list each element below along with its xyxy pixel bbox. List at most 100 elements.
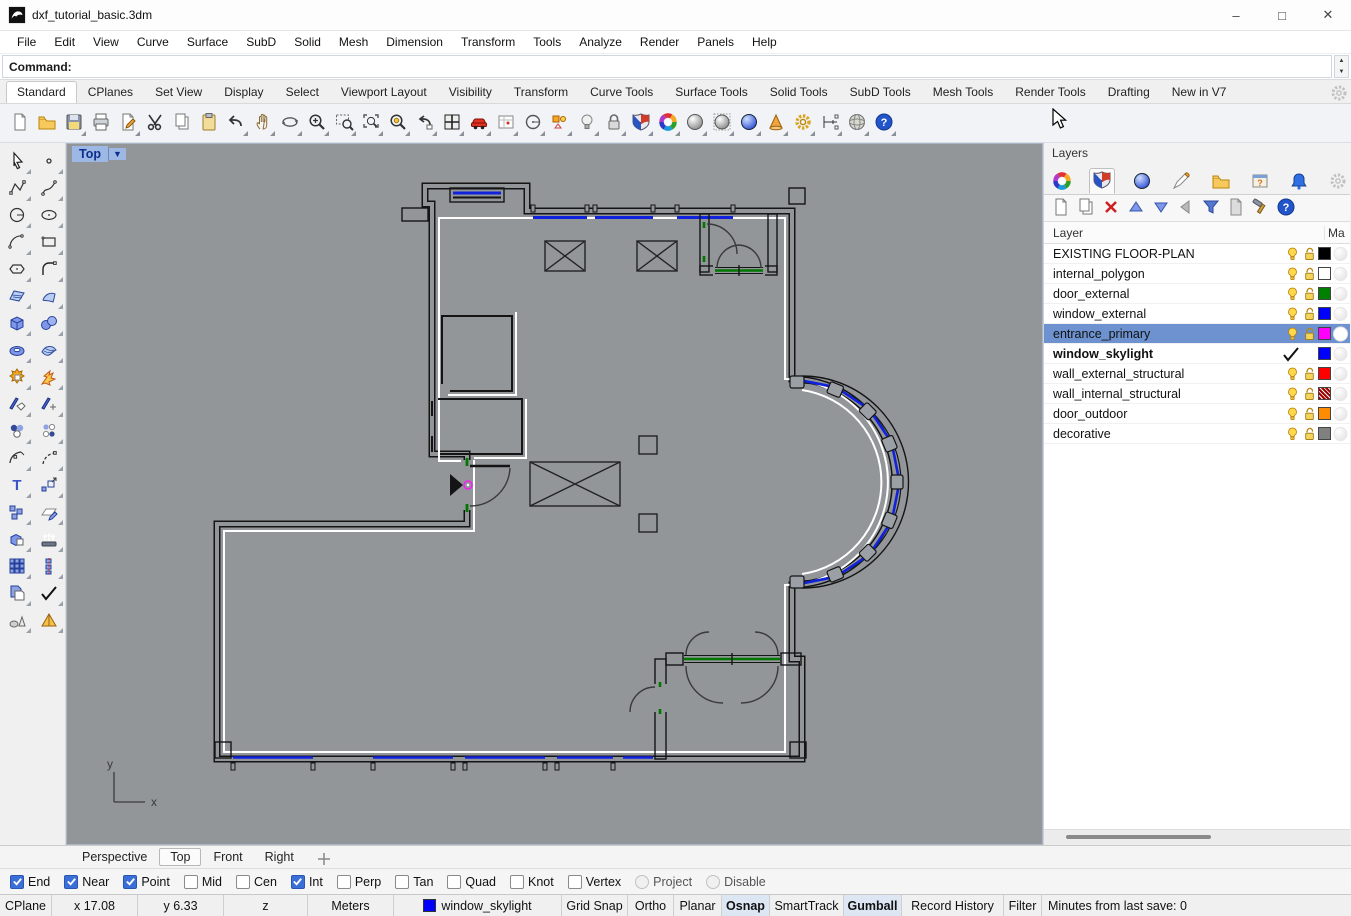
layer-lock-icon[interactable]: [1301, 285, 1318, 302]
panel-options-tab[interactable]: [1327, 170, 1350, 194]
tool-curve-button[interactable]: [35, 178, 63, 201]
layer-name[interactable]: wall_external_structural: [1044, 367, 1284, 381]
tool-paint2-button[interactable]: [35, 421, 63, 444]
viewport-title-label[interactable]: Top: [72, 146, 108, 162]
status-record-history[interactable]: Record History: [902, 895, 1004, 916]
status-x-17-08[interactable]: x 17.08: [52, 895, 138, 916]
floor-plan[interactable]: y x: [67, 144, 1042, 844]
layer-row[interactable]: door_outdoor: [1044, 404, 1350, 424]
layer-help-button[interactable]: ?: [1275, 198, 1296, 219]
tab-cplanes[interactable]: CPlanes: [77, 81, 144, 103]
tool-extrude-button[interactable]: [35, 529, 63, 552]
new-file-button[interactable]: [6, 109, 33, 137]
osnap-checkbox-end[interactable]: [10, 874, 24, 889]
move-layer-down-button[interactable]: [1150, 198, 1171, 219]
zoom-extents-button[interactable]: [357, 109, 384, 137]
viewport-top[interactable]: Top ▼ y x: [66, 143, 1043, 845]
close-button[interactable]: ✕: [1305, 0, 1351, 30]
osnap-knot[interactable]: Knot: [510, 874, 554, 889]
lock-objects-button[interactable]: [600, 109, 627, 137]
layer-row[interactable]: EXISTING FLOOR-PLAN: [1044, 244, 1350, 264]
tool-torus-button[interactable]: [3, 340, 31, 363]
zoom-selected-button[interactable]: [384, 109, 411, 137]
tab-mesh-tools[interactable]: Mesh Tools: [922, 81, 1004, 103]
menu-curve[interactable]: Curve: [128, 33, 178, 51]
tab-subd-tools[interactable]: SubD Tools: [839, 81, 922, 103]
command-history-spinner[interactable]: ▲ ▼: [1334, 55, 1349, 78]
viewport-tab-right[interactable]: Right: [255, 849, 304, 865]
tab-transform[interactable]: Transform: [503, 81, 579, 103]
match-layer-button[interactable]: [1175, 198, 1196, 219]
osnap-checkbox-cen[interactable]: [236, 874, 250, 889]
layer-visibility-bulb-icon[interactable]: [1284, 245, 1301, 262]
layer-lock-icon[interactable]: [1301, 325, 1318, 342]
zoom-window-button[interactable]: [330, 109, 357, 137]
menu-solid[interactable]: Solid: [285, 33, 330, 51]
status-planar[interactable]: Planar: [674, 895, 722, 916]
status-y-6-33[interactable]: y 6.33: [138, 895, 224, 916]
layer-lock-icon[interactable]: [1301, 385, 1318, 402]
osnap-disable[interactable]: Disable: [706, 874, 766, 889]
tool-puzzle-button[interactable]: [3, 367, 31, 390]
layer-visibility-bulb-icon[interactable]: [1284, 425, 1301, 442]
copy-button[interactable]: [168, 109, 195, 137]
viewport-tab-top[interactable]: Top: [159, 848, 202, 866]
status-gumball[interactable]: Gumball: [844, 895, 902, 916]
menu-tools[interactable]: Tools: [524, 33, 570, 51]
tool-blocks-button[interactable]: [3, 502, 31, 525]
layer-color-swatch[interactable]: [1318, 407, 1331, 420]
layer-row[interactable]: entrance_primary: [1044, 324, 1350, 344]
tab-set-view[interactable]: Set View: [144, 81, 213, 103]
dimension-button[interactable]: [816, 109, 843, 137]
rotate-view-button[interactable]: [276, 109, 303, 137]
status-window-skylight[interactable]: window_skylight: [394, 895, 562, 916]
tool-explode-button[interactable]: [35, 367, 63, 390]
tool-solid-button[interactable]: [3, 529, 31, 552]
notifications-tab[interactable]: [1288, 170, 1311, 194]
layer-row[interactable]: door_external: [1044, 284, 1350, 304]
status-minutes-from-last-save-0[interactable]: Minutes from last save: 0: [1042, 895, 1351, 916]
render-plugin-button[interactable]: [762, 109, 789, 137]
status-filter[interactable]: Filter: [1004, 895, 1042, 916]
tool-trim-button[interactable]: [3, 394, 31, 417]
tab-curve-tools[interactable]: Curve Tools: [579, 81, 664, 103]
tab-new-in-v7[interactable]: New in V7: [1161, 81, 1238, 103]
tool-box-button[interactable]: [3, 313, 31, 336]
osnap-checkbox-int[interactable]: [290, 874, 305, 889]
osnap-checkbox-disable[interactable]: [706, 874, 721, 889]
layer-visibility-bulb-icon[interactable]: [1284, 365, 1301, 382]
osnap-point[interactable]: Point: [123, 874, 170, 889]
osnap-checkbox-tan[interactable]: [395, 874, 410, 889]
tool-polygon-button[interactable]: [3, 259, 31, 282]
layer-name[interactable]: wall_internal_structural: [1044, 387, 1284, 401]
layer-material-icon[interactable]: [1331, 405, 1350, 422]
cut-button[interactable]: [141, 109, 168, 137]
layer-material-icon[interactable]: [1331, 345, 1350, 362]
edit-layers-button[interactable]: [627, 109, 654, 137]
paste-button[interactable]: [195, 109, 222, 137]
osnap-vertex[interactable]: Vertex: [567, 874, 621, 889]
materials-tab[interactable]: [1170, 170, 1193, 194]
named-views-button[interactable]: [465, 109, 492, 137]
osnap-project[interactable]: Project: [635, 874, 692, 889]
delete-layer-button[interactable]: [1100, 198, 1121, 219]
properties-tab[interactable]: [1050, 170, 1073, 194]
osnap-cen[interactable]: Cen: [236, 874, 277, 889]
tab-drafting[interactable]: Drafting: [1097, 81, 1161, 103]
layer-lock-icon[interactable]: [1301, 425, 1318, 442]
osnap-checkbox-knot[interactable]: [510, 874, 524, 889]
viewport-tab-front[interactable]: Front: [203, 849, 252, 865]
command-input[interactable]: Command:: [2, 55, 1332, 78]
layer-material-icon[interactable]: [1331, 365, 1350, 382]
layer-row[interactable]: window_skylight: [1044, 344, 1350, 364]
undo-button[interactable]: [222, 109, 249, 137]
osnap-mid[interactable]: Mid: [183, 874, 222, 889]
layer-material-icon[interactable]: [1331, 385, 1350, 402]
layer-name[interactable]: window_external: [1044, 307, 1284, 321]
selection-filter-button[interactable]: [546, 109, 573, 137]
tab-surface-tools[interactable]: Surface Tools: [664, 81, 759, 103]
layer-name[interactable]: door_outdoor: [1044, 407, 1284, 421]
rendering-tab[interactable]: [1131, 170, 1154, 194]
status-cplane[interactable]: CPlane: [0, 895, 52, 916]
osnap-near[interactable]: Near: [64, 874, 109, 889]
